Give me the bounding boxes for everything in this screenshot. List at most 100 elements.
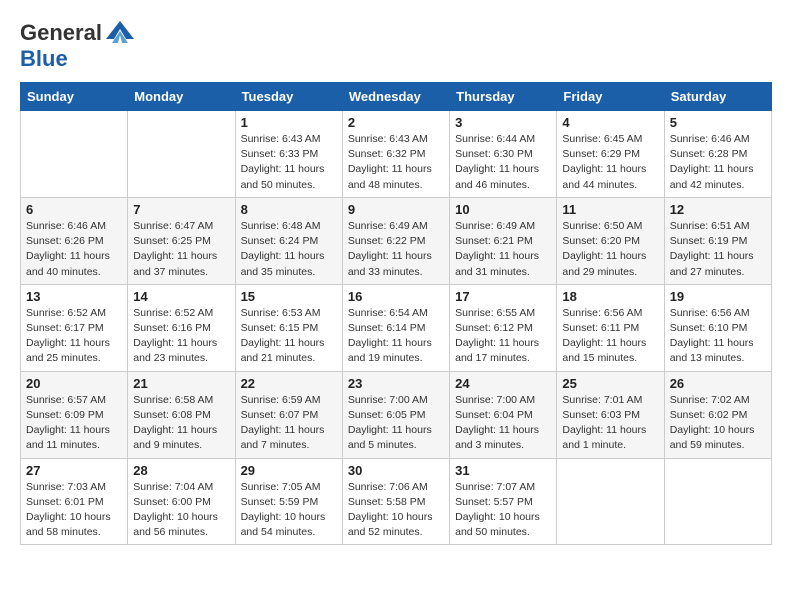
day-detail: Sunrise: 6:49 AMSunset: 6:21 PMDaylight:…	[455, 219, 551, 280]
column-header-thursday: Thursday	[450, 83, 557, 111]
calendar-cell: 10 Sunrise: 6:49 AMSunset: 6:21 PMDayligh…	[450, 197, 557, 284]
column-header-sunday: Sunday	[21, 83, 128, 111]
day-number: 4	[562, 115, 658, 130]
calendar-cell: 22Sunrise: 6:59 AMSunset: 6:07 PMDayligh…	[235, 371, 342, 458]
calendar-week-row: 20 Sunrise: 6:57 AMSunset: 6:09 PMDayligh…	[21, 371, 772, 458]
calendar-cell: 29 Sunrise: 7:05 AMSunset: 5:59 PMDayligh…	[235, 458, 342, 545]
day-detail: Sunrise: 6:43 AMSunset: 6:33 PMDaylight:…	[241, 132, 337, 193]
day-detail: Sunrise: 6:56 AMSunset: 6:10 PMDaylight:…	[670, 306, 766, 367]
day-number: 31	[455, 463, 551, 478]
day-number: 16	[348, 289, 444, 304]
day-number: 21	[133, 376, 229, 391]
day-number: 30	[348, 463, 444, 478]
day-detail: Sunrise: 6:49 AMSunset: 6:22 PMDaylight:…	[348, 219, 444, 280]
day-detail: Sunrise: 6:56 AMSunset: 6:11 PMDaylight:…	[562, 306, 658, 367]
calendar-cell: 30 Sunrise: 7:06 AMSunset: 5:58 PMDayligh…	[342, 458, 449, 545]
day-number: 29	[241, 463, 337, 478]
calendar-cell: 7 Sunrise: 6:47 AMSunset: 6:25 PMDaylight…	[128, 197, 235, 284]
column-header-monday: Monday	[128, 83, 235, 111]
calendar-cell: 13 Sunrise: 6:52 AMSunset: 6:17 PMDayligh…	[21, 284, 128, 371]
column-header-friday: Friday	[557, 83, 664, 111]
page-header: General Blue	[20, 20, 772, 72]
calendar-cell	[21, 111, 128, 198]
day-detail: Sunrise: 6:44 AMSunset: 6:30 PMDaylight:…	[455, 132, 551, 193]
day-number: 25	[562, 376, 658, 391]
day-number: 13	[26, 289, 122, 304]
day-number: 9	[348, 202, 444, 217]
day-number: 11	[562, 202, 658, 217]
calendar-table: SundayMondayTuesdayWednesdayThursdayFrid…	[20, 82, 772, 545]
day-number: 23	[348, 376, 444, 391]
day-detail: Sunrise: 7:05 AMSunset: 5:59 PMDaylight:…	[241, 480, 337, 541]
day-number: 24	[455, 376, 551, 391]
calendar-cell: 28 Sunrise: 7:04 AMSunset: 6:00 PMDayligh…	[128, 458, 235, 545]
day-detail: Sunrise: 7:07 AMSunset: 5:57 PMDaylight:…	[455, 480, 551, 541]
day-number: 12	[670, 202, 766, 217]
day-number: 1	[241, 115, 337, 130]
day-detail: Sunrise: 6:43 AMSunset: 6:32 PMDaylight:…	[348, 132, 444, 193]
logo-icon	[106, 21, 134, 43]
day-number: 17	[455, 289, 551, 304]
calendar-cell: 23 Sunrise: 7:00 AMSunset: 6:05 PMDayligh…	[342, 371, 449, 458]
calendar-cell: 31 Sunrise: 7:07 AMSunset: 5:57 PMDayligh…	[450, 458, 557, 545]
day-number: 27	[26, 463, 122, 478]
day-number: 10	[455, 202, 551, 217]
calendar-cell: 11Sunrise: 6:50 AMSunset: 6:20 PMDayligh…	[557, 197, 664, 284]
day-detail: Sunrise: 7:04 AMSunset: 6:00 PMDaylight:…	[133, 480, 229, 541]
day-detail: Sunrise: 6:57 AMSunset: 6:09 PMDaylight:…	[26, 393, 122, 454]
day-number: 26	[670, 376, 766, 391]
day-detail: Sunrise: 6:48 AMSunset: 6:24 PMDaylight:…	[241, 219, 337, 280]
day-number: 14	[133, 289, 229, 304]
logo: General Blue	[20, 20, 134, 72]
day-detail: Sunrise: 6:52 AMSunset: 6:16 PMDaylight:…	[133, 306, 229, 367]
day-number: 22	[241, 376, 337, 391]
calendar-cell: 26Sunrise: 7:02 AMSunset: 6:02 PMDayligh…	[664, 371, 771, 458]
calendar-cell: 4 Sunrise: 6:45 AMSunset: 6:29 PMDaylight…	[557, 111, 664, 198]
day-detail: Sunrise: 6:55 AMSunset: 6:12 PMDaylight:…	[455, 306, 551, 367]
day-number: 20	[26, 376, 122, 391]
day-number: 18	[562, 289, 658, 304]
calendar-cell: 20 Sunrise: 6:57 AMSunset: 6:09 PMDayligh…	[21, 371, 128, 458]
day-detail: Sunrise: 7:03 AMSunset: 6:01 PMDaylight:…	[26, 480, 122, 541]
calendar-cell: 19 Sunrise: 6:56 AMSunset: 6:10 PMDayligh…	[664, 284, 771, 371]
calendar-cell	[128, 111, 235, 198]
day-number: 7	[133, 202, 229, 217]
column-header-saturday: Saturday	[664, 83, 771, 111]
calendar-week-row: 13 Sunrise: 6:52 AMSunset: 6:17 PMDayligh…	[21, 284, 772, 371]
day-number: 3	[455, 115, 551, 130]
calendar-cell: 14 Sunrise: 6:52 AMSunset: 6:16 PMDayligh…	[128, 284, 235, 371]
day-detail: Sunrise: 6:46 AMSunset: 6:26 PMDaylight:…	[26, 219, 122, 280]
calendar-cell: 5 Sunrise: 6:46 AMSunset: 6:28 PMDaylight…	[664, 111, 771, 198]
calendar-cell: 17 Sunrise: 6:55 AMSunset: 6:12 PMDayligh…	[450, 284, 557, 371]
calendar-cell	[557, 458, 664, 545]
day-number: 8	[241, 202, 337, 217]
day-detail: Sunrise: 6:45 AMSunset: 6:29 PMDaylight:…	[562, 132, 658, 193]
header-row: SundayMondayTuesdayWednesdayThursdayFrid…	[21, 83, 772, 111]
calendar-week-row: 6Sunrise: 6:46 AMSunset: 6:26 PMDaylight…	[21, 197, 772, 284]
day-number: 19	[670, 289, 766, 304]
day-detail: Sunrise: 7:00 AMSunset: 6:05 PMDaylight:…	[348, 393, 444, 454]
day-number: 5	[670, 115, 766, 130]
calendar-cell: 27 Sunrise: 7:03 AMSunset: 6:01 PMDayligh…	[21, 458, 128, 545]
day-detail: Sunrise: 6:46 AMSunset: 6:28 PMDaylight:…	[670, 132, 766, 193]
calendar-cell: 3 Sunrise: 6:44 AMSunset: 6:30 PMDaylight…	[450, 111, 557, 198]
day-detail: Sunrise: 7:06 AMSunset: 5:58 PMDaylight:…	[348, 480, 444, 541]
calendar-cell: 6Sunrise: 6:46 AMSunset: 6:26 PMDaylight…	[21, 197, 128, 284]
day-detail: Sunrise: 6:51 AMSunset: 6:19 PMDaylight:…	[670, 219, 766, 280]
column-header-tuesday: Tuesday	[235, 83, 342, 111]
calendar-cell	[664, 458, 771, 545]
day-detail: Sunrise: 6:54 AMSunset: 6:14 PMDaylight:…	[348, 306, 444, 367]
calendar-week-row: 1 Sunrise: 6:43 AMSunset: 6:33 PMDaylight…	[21, 111, 772, 198]
calendar-cell: 9 Sunrise: 6:49 AMSunset: 6:22 PMDaylight…	[342, 197, 449, 284]
calendar-cell: 15Sunrise: 6:53 AMSunset: 6:15 PMDayligh…	[235, 284, 342, 371]
calendar-cell: 25Sunrise: 7:01 AMSunset: 6:03 PMDayligh…	[557, 371, 664, 458]
calendar-week-row: 27 Sunrise: 7:03 AMSunset: 6:01 PMDayligh…	[21, 458, 772, 545]
day-detail: Sunrise: 6:58 AMSunset: 6:08 PMDaylight:…	[133, 393, 229, 454]
day-detail: Sunrise: 6:47 AMSunset: 6:25 PMDaylight:…	[133, 219, 229, 280]
day-number: 28	[133, 463, 229, 478]
day-detail: Sunrise: 7:00 AMSunset: 6:04 PMDaylight:…	[455, 393, 551, 454]
calendar-cell: 16 Sunrise: 6:54 AMSunset: 6:14 PMDayligh…	[342, 284, 449, 371]
calendar-cell: 1 Sunrise: 6:43 AMSunset: 6:33 PMDaylight…	[235, 111, 342, 198]
day-detail: Sunrise: 6:52 AMSunset: 6:17 PMDaylight:…	[26, 306, 122, 367]
calendar-cell: 2Sunrise: 6:43 AMSunset: 6:32 PMDaylight…	[342, 111, 449, 198]
